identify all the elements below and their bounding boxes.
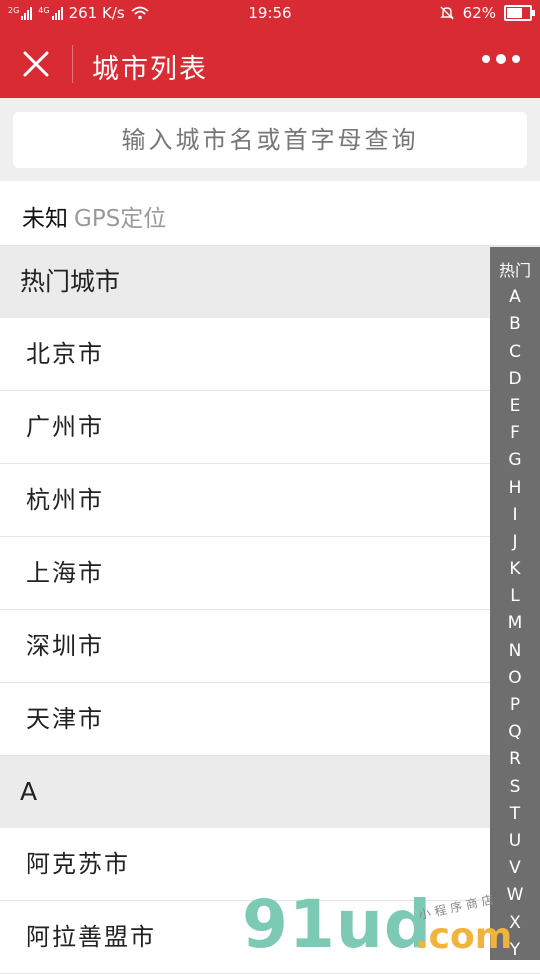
- search-input[interactable]: [13, 112, 527, 168]
- index-item-t[interactable]: T: [490, 801, 540, 828]
- index-item-p[interactable]: P: [490, 692, 540, 719]
- current-city[interactable]: 未知: [22, 199, 68, 233]
- current-location-row[interactable]: 未知 GPS定位: [0, 181, 540, 246]
- index-item-k[interactable]: K: [490, 556, 540, 583]
- index-item-u[interactable]: U: [490, 828, 540, 855]
- index-item-j[interactable]: J: [490, 529, 540, 556]
- more-icon[interactable]: [482, 54, 520, 64]
- navigation-bar: 城市列表: [0, 28, 540, 98]
- index-item-r[interactable]: R: [490, 746, 540, 773]
- alphabet-index-bar[interactable]: 热门 A B C D E F G H I J K L M N O P Q R S…: [490, 247, 540, 960]
- index-item-i[interactable]: I: [490, 502, 540, 529]
- index-item-d[interactable]: D: [490, 366, 540, 393]
- index-item-v[interactable]: V: [490, 855, 540, 882]
- battery-percent: 62%: [462, 4, 496, 22]
- index-item-f[interactable]: F: [490, 420, 540, 447]
- close-icon[interactable]: [20, 48, 52, 80]
- city-item[interactable]: 北京市: [0, 318, 540, 391]
- index-item-m[interactable]: M: [490, 610, 540, 637]
- index-item-h[interactable]: H: [490, 475, 540, 502]
- index-item-w[interactable]: W: [490, 882, 540, 909]
- city-item[interactable]: 阿克苏市: [0, 828, 540, 901]
- city-item[interactable]: 天津市: [0, 683, 540, 756]
- index-item-c[interactable]: C: [490, 339, 540, 366]
- battery-icon: [504, 5, 535, 21]
- city-item[interactable]: 杭州市: [0, 464, 540, 537]
- index-item-l[interactable]: L: [490, 583, 540, 610]
- section-header-hot: 热门城市: [0, 246, 540, 318]
- index-item-b[interactable]: B: [490, 311, 540, 338]
- index-item-e[interactable]: E: [490, 393, 540, 420]
- search-bar: [0, 98, 540, 181]
- index-item-o[interactable]: O: [490, 665, 540, 692]
- city-item[interactable]: 深圳市: [0, 610, 540, 683]
- index-item-x[interactable]: X: [490, 910, 540, 937]
- city-list[interactable]: 热门城市 北京市 广州市 杭州市 上海市 深圳市 天津市 A 阿克苏市 阿拉善盟…: [0, 246, 540, 974]
- city-item[interactable]: 上海市: [0, 537, 540, 610]
- nav-divider: [72, 45, 73, 83]
- index-item-g[interactable]: G: [490, 447, 540, 474]
- status-bar: 2G 4G 261 K/s 19:56 62%: [0, 0, 540, 28]
- status-right: 62%: [439, 4, 535, 22]
- index-item-a[interactable]: A: [490, 284, 540, 311]
- mute-icon: [439, 6, 454, 20]
- index-item-s[interactable]: S: [490, 774, 540, 801]
- page-title: 城市列表: [92, 54, 208, 85]
- index-item-q[interactable]: Q: [490, 719, 540, 746]
- section-header-a: A: [0, 756, 540, 828]
- index-item-hot[interactable]: 热门: [490, 257, 540, 284]
- city-item[interactable]: 广州市: [0, 391, 540, 464]
- index-item-n[interactable]: N: [490, 638, 540, 665]
- gps-locate-button[interactable]: GPS定位: [74, 199, 166, 233]
- city-item[interactable]: 阿拉善盟市: [0, 901, 540, 974]
